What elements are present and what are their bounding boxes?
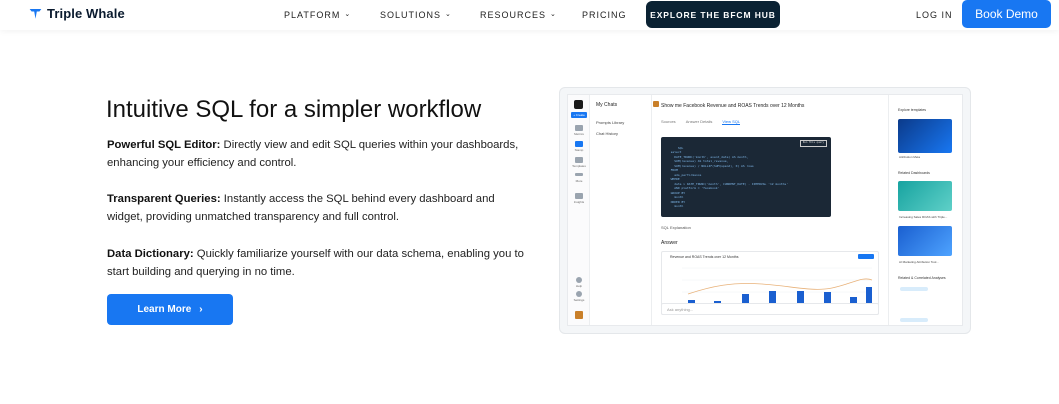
right-panel: Explore templates Attribution Meta Relat…	[888, 95, 962, 325]
chat-list-title: My Chats	[596, 102, 618, 108]
book-demo-button[interactable]: Book Demo	[962, 0, 1051, 28]
stamp-icon	[575, 141, 583, 147]
right-section-title: Related & Correlated Analyses	[898, 276, 946, 280]
chevron-right-icon: ›	[199, 304, 203, 315]
sql-code-block: SQL select DATE_TRUNC('month', event_dat…	[661, 137, 831, 217]
feature-title: Data Dictionary:	[107, 248, 194, 260]
answer-label: Answer	[661, 240, 678, 246]
sql-explanation: SQL Explanation	[661, 225, 691, 230]
analysis-chip	[900, 318, 928, 322]
app-sidebar: + Create Metrics Stamp Templates More In…	[568, 95, 590, 325]
templates-icon	[575, 157, 583, 163]
chart-options-button	[858, 254, 874, 259]
settings-icon	[576, 291, 582, 297]
user-avatar	[653, 101, 659, 107]
tab-view-sql: View SQL	[722, 119, 741, 125]
whale-tail-icon	[29, 8, 42, 19]
nav-platform-label: PLATFORM	[284, 10, 341, 20]
feature-title: Transparent Queries:	[107, 193, 221, 205]
login-link[interactable]: LOG IN	[916, 10, 953, 20]
list-item: Prompts Library	[596, 120, 625, 125]
more-icon	[575, 173, 583, 176]
nav-pricing-label: PRICING	[582, 10, 627, 20]
nav-resources[interactable]: RESOURCES ⌄	[480, 10, 557, 20]
insights-icon	[575, 193, 583, 199]
chevron-down-icon: ⌄	[550, 11, 557, 18]
dashboard-card-title: AI Marketing Attribution Tool...	[899, 260, 939, 264]
nav-solutions-label: SOLUTIONS	[380, 10, 442, 20]
nav-platform[interactable]: PLATFORM ⌄	[284, 10, 351, 20]
dashboard-card-title: Increasing Sales ROAS with Triple...	[899, 215, 948, 219]
side-label: More	[575, 179, 583, 183]
feature-transparent-queries: Transparent Queries: Instantly access th…	[107, 190, 527, 226]
dashboard-card-image	[898, 181, 952, 211]
list-item: Chat History	[596, 131, 619, 136]
chevron-down-icon: ⌄	[344, 11, 352, 18]
chat-list: My Chats Prompts Library Chat History	[590, 95, 652, 325]
app-logo-icon	[574, 100, 583, 109]
feature-sql-editor: Powerful SQL Editor: Directly view and e…	[107, 136, 527, 172]
ask-input: Ask anything...	[661, 303, 879, 315]
learn-more-label: Learn More	[137, 304, 192, 315]
copy-query-button: Run this query	[799, 140, 827, 147]
chart-line	[687, 278, 873, 295]
query-title: Show me Facebook Revenue and ROAS Trends…	[661, 103, 805, 109]
side-label: Insights	[573, 200, 585, 204]
tab-sources: Sources	[661, 119, 676, 124]
nav-solutions[interactable]: SOLUTIONS ⌄	[380, 10, 452, 20]
section-heading: Intuitive SQL for a simpler workflow	[106, 96, 482, 123]
template-card-image	[898, 119, 952, 153]
metrics-icon	[575, 125, 583, 131]
learn-more-button[interactable]: Learn More ›	[107, 294, 233, 325]
chat-main: Show me Facebook Revenue and ROAS Trends…	[653, 95, 883, 325]
right-section-title: Explore templates	[898, 108, 927, 112]
chart-graphic	[682, 267, 873, 305]
side-label: Metrics	[574, 132, 584, 136]
brand-logo[interactable]: Triple Whale	[29, 6, 125, 21]
chart-title: Revenue and ROAS Trends over 12 Months	[670, 255, 739, 259]
analysis-chip	[900, 287, 928, 291]
tab-answer-details: Answer Details	[685, 119, 713, 124]
avatar	[575, 311, 583, 319]
side-label: Help	[575, 284, 583, 288]
right-section-title: Related Dashboards	[898, 171, 930, 175]
answer-tabs: Sources Answer Details View SQL	[661, 119, 741, 125]
chevron-down-icon: ⌄	[445, 11, 452, 18]
side-label: Templates	[572, 164, 586, 168]
product-preview: + Create Metrics Stamp Templates More In…	[567, 94, 963, 326]
explore-bfcm-button[interactable]: EXPLORE THE BFCM HUB	[646, 1, 780, 28]
nav-pricing[interactable]: PRICING	[582, 10, 627, 20]
create-button: + Create	[571, 112, 587, 118]
feature-data-dictionary: Data Dictionary: Quickly familiarize you…	[107, 245, 527, 281]
feature-title: Powerful SQL Editor:	[107, 139, 221, 151]
side-label: Stamp	[574, 148, 584, 152]
brand-name: Triple Whale	[47, 6, 125, 21]
template-card-title: Attribution Meta	[899, 155, 921, 159]
help-icon	[576, 277, 582, 283]
dashboard-card-image	[898, 226, 952, 256]
top-nav: Triple Whale PLATFORM ⌄ SOLUTIONS ⌄ RESO…	[0, 0, 1059, 30]
sql-code: SQL select DATE_TRUNC('month', event_dat…	[670, 145, 789, 209]
side-label: Settings	[573, 298, 585, 302]
nav-resources-label: RESOURCES	[480, 10, 547, 20]
